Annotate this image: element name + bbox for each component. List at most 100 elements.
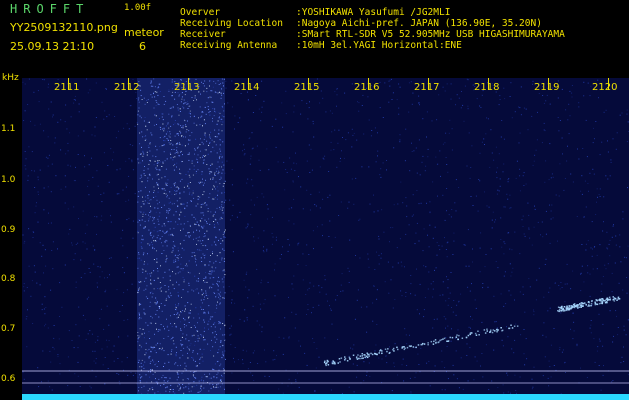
- noise-speck: [495, 219, 496, 221]
- band-speck: [174, 185, 175, 187]
- band-speck: [216, 152, 218, 154]
- band-speck: [160, 126, 162, 128]
- band-speck: [199, 362, 201, 364]
- noise-speck: [572, 338, 574, 340]
- band-speck: [219, 112, 221, 114]
- band-speck: [200, 385, 202, 387]
- noise-speck: [356, 364, 358, 366]
- band-speck: [149, 322, 151, 324]
- noise-speck: [367, 258, 369, 260]
- noise-speck: [249, 163, 251, 165]
- band-speck: [199, 157, 201, 159]
- band-speck: [184, 362, 186, 364]
- band-speck: [176, 149, 178, 151]
- band-speck: [212, 332, 214, 334]
- version-label: 1.00f: [124, 3, 152, 13]
- band-speck: [192, 374, 194, 376]
- noise-speck: [551, 204, 553, 206]
- noise-speck: [278, 336, 280, 338]
- noise-speck: [338, 129, 340, 131]
- band-speck: [177, 151, 179, 153]
- band-speck: [162, 119, 164, 121]
- noise-speck: [107, 165, 109, 166]
- noise-speck: [591, 255, 593, 257]
- noise-speck: [257, 363, 259, 364]
- band-speck: [212, 178, 214, 180]
- band-speck: [169, 209, 171, 211]
- noise-speck: [354, 318, 356, 320]
- band-speck: [178, 94, 180, 96]
- band-speck: [203, 138, 205, 140]
- noise-speck: [621, 356, 623, 358]
- trail-speck: [323, 361, 326, 364]
- noise-speck: [37, 90, 39, 92]
- noise-speck: [611, 272, 613, 274]
- band-speck: [215, 188, 216, 190]
- noise-speck: [543, 102, 545, 104]
- band-speck: [177, 272, 179, 274]
- noise-speck: [502, 171, 504, 173]
- noise-speck: [64, 175, 66, 177]
- noise-speck: [38, 101, 40, 103]
- noise-speck: [331, 323, 333, 325]
- noise-speck: [533, 311, 535, 313]
- y-tick-label: 0.6: [1, 374, 16, 384]
- noise-speck: [537, 221, 539, 223]
- band-speck: [188, 139, 190, 141]
- noise-speck: [69, 228, 71, 230]
- band-speck: [149, 244, 151, 246]
- band-speck: [171, 234, 173, 236]
- noise-speck: [331, 112, 333, 114]
- trail-speck: [500, 327, 502, 329]
- band-speck: [163, 350, 165, 352]
- band-speck: [159, 348, 161, 350]
- noise-speck: [110, 148, 112, 150]
- noise-speck: [60, 149, 62, 151]
- band-speck: [177, 142, 179, 144]
- band-speck: [220, 216, 222, 218]
- noise-speck: [541, 221, 543, 223]
- band-speck: [156, 169, 158, 171]
- trail-speck: [451, 336, 454, 339]
- noise-speck: [498, 153, 500, 155]
- noise-speck: [247, 178, 249, 180]
- band-speck: [141, 235, 143, 237]
- noise-speck: [253, 380, 255, 381]
- band-speck: [179, 172, 181, 174]
- band-speck: [148, 348, 150, 350]
- noise-speck: [266, 250, 268, 252]
- band-speck: [160, 385, 161, 387]
- noise-speck: [626, 109, 628, 111]
- noise-speck: [566, 283, 568, 285]
- noise-speck: [73, 347, 75, 349]
- band-speck: [181, 135, 182, 137]
- noise-speck: [312, 123, 314, 125]
- noise-speck: [25, 168, 27, 170]
- noise-speck: [436, 242, 438, 244]
- noise-speck: [86, 78, 88, 80]
- noise-speck: [381, 209, 383, 211]
- noise-speck: [239, 318, 241, 320]
- noise-speck: [526, 358, 528, 360]
- band-speck: [199, 348, 201, 350]
- trail-speck: [565, 306, 568, 309]
- band-speck: [203, 236, 205, 238]
- noise-speck: [510, 207, 512, 209]
- band-speck: [195, 326, 196, 328]
- noise-speck: [578, 106, 580, 108]
- band-speck: [138, 281, 140, 283]
- band-speck: [137, 123, 139, 125]
- noise-speck: [243, 320, 245, 322]
- band-speck: [139, 328, 141, 330]
- noise-speck: [399, 238, 401, 240]
- noise-speck: [325, 111, 327, 113]
- band-speck: [209, 85, 210, 87]
- band-speck: [187, 103, 189, 105]
- noise-speck: [590, 324, 592, 326]
- noise-speck: [467, 105, 469, 107]
- noise-speck: [400, 181, 402, 183]
- band-speck: [184, 305, 186, 307]
- noise-speck: [74, 253, 76, 255]
- band-speck: [207, 210, 209, 212]
- noise-speck: [415, 232, 417, 234]
